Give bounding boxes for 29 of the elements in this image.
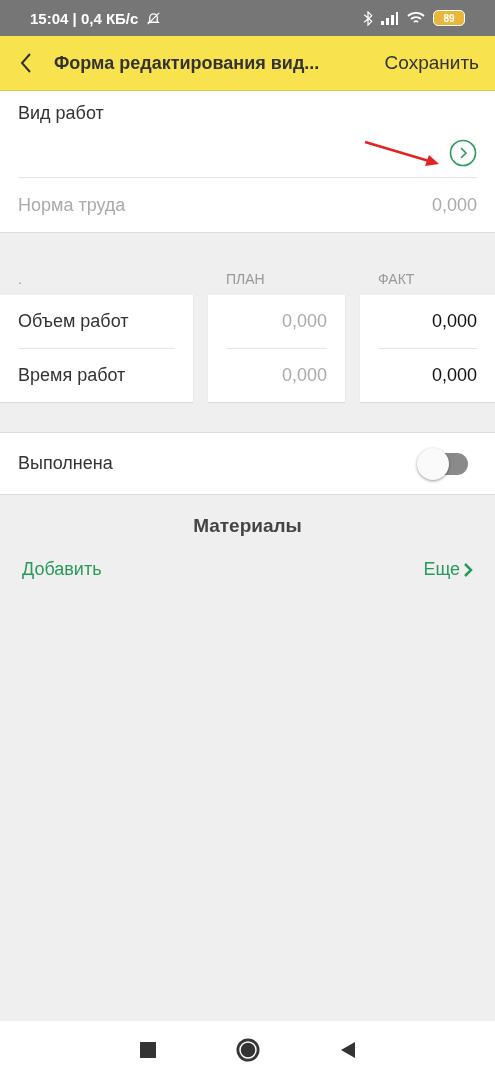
column-header: ФАКТ [377,270,416,289]
signal-icon [381,11,399,25]
open-chevron-button[interactable] [449,139,477,167]
toggle-switch[interactable] [416,446,470,481]
battery-level: 89 [433,10,465,26]
toggle-label: Выполнена [18,453,113,474]
field-label: Норма труда [18,194,126,216]
wifi-icon [407,11,425,25]
table-cell: 0,000 [281,311,327,332]
save-button[interactable]: Сохранить [380,48,483,78]
status-text: 15:04 | 0,4 КБ/с [30,9,139,27]
home-button[interactable] [235,1038,260,1062]
table-cell: 0,000 [281,365,327,386]
column-header: ПЛАН [225,270,266,289]
bluetooth-icon [363,10,373,26]
field-label: Вид работ [18,103,105,124]
table-cell[interactable]: 0,000 [431,365,477,386]
back-button[interactable] [20,53,32,73]
muted-bell-icon [146,10,162,26]
chevron-icon [463,562,473,577]
field-value: 0,000 [431,194,477,216]
column-header: . [17,270,23,289]
row-label: Объем работ [18,311,129,332]
table-cell[interactable]: 0,000 [431,311,477,332]
section-title: Материалы [193,515,302,537]
recents-button[interactable] [139,1042,156,1058]
back-nav-button[interactable] [339,1041,356,1059]
row-label: Время работ [18,365,126,386]
screen-title: Форма редактирования вид... [54,52,321,74]
